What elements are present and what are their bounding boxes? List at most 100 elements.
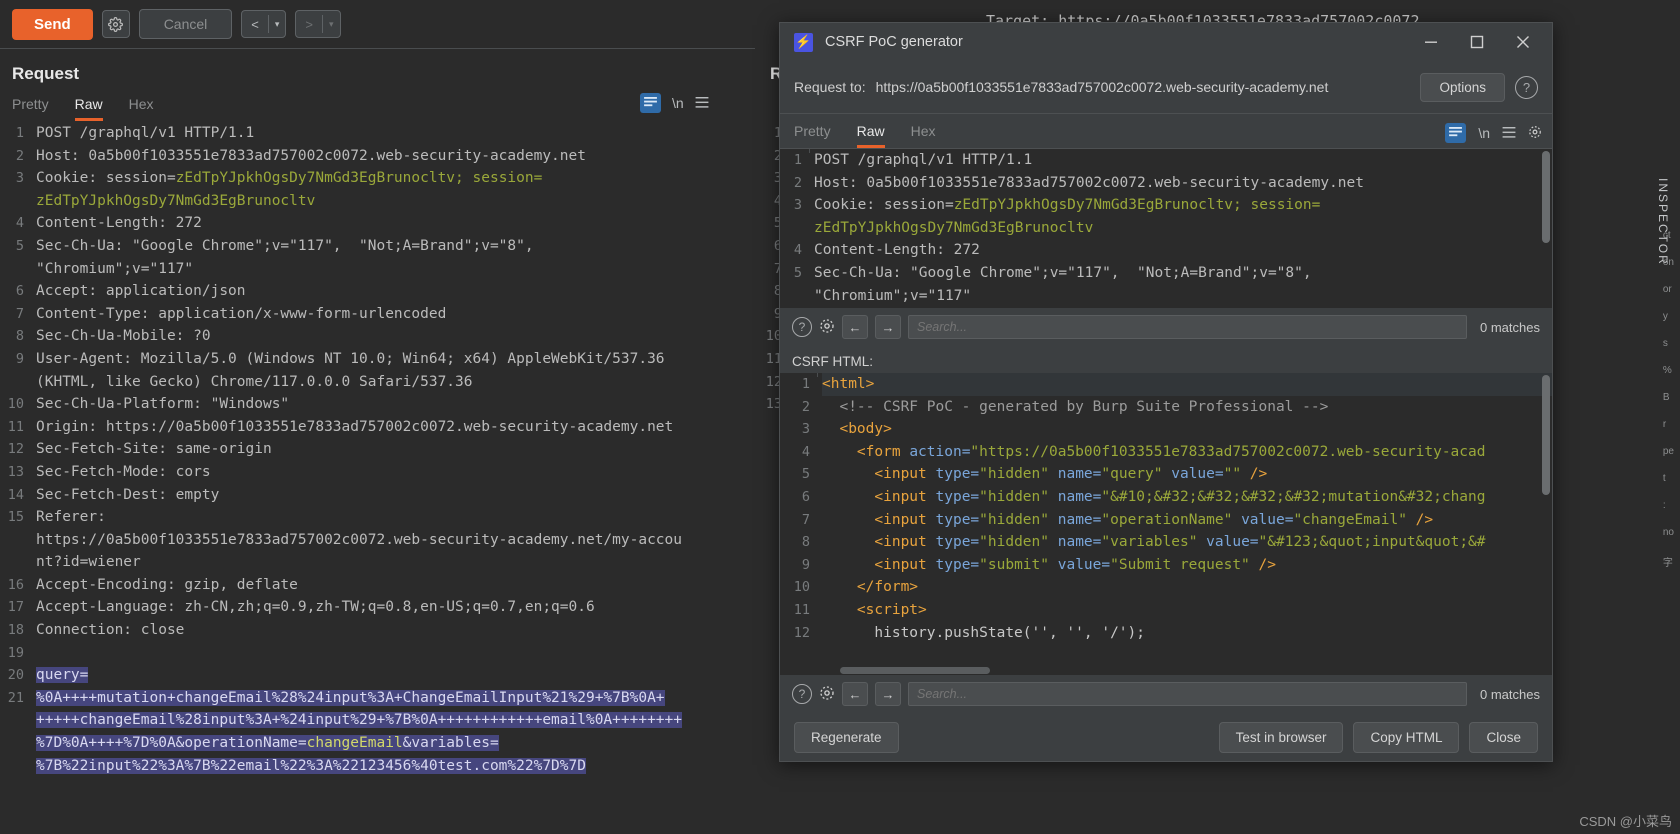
code-line[interactable]: <input type="submit" value="Submit reque… — [822, 554, 1552, 577]
close-icon[interactable] — [1500, 25, 1546, 59]
code-line[interactable]: %0A++++mutation+changeEmail%28%24input%3… — [36, 687, 755, 710]
code-line[interactable]: https://0a5b00f1033551e7833ad757002c0072… — [36, 529, 755, 552]
code-line[interactable]: Content-Length: 272 — [814, 239, 1552, 262]
search-prev-button[interactable]: ← — [842, 682, 868, 706]
request-text[interactable]: POST /graphql/v1 HTTP/1.1 Host: 0a5b00f10… — [36, 122, 755, 777]
dialog-tab-pretty[interactable]: Pretty — [794, 123, 831, 148]
cancel-button[interactable]: Cancel — [138, 9, 233, 39]
test-in-browser-button[interactable]: Test in browser — [1218, 721, 1344, 753]
newline-icon[interactable]: \n — [1478, 125, 1490, 141]
maximize-icon[interactable] — [1454, 25, 1500, 59]
line-number: 17 — [7, 599, 24, 616]
code-line[interactable]: <!-- CSRF PoC - generated by Burp Suite … — [822, 396, 1552, 419]
dialog-request-text[interactable]: POST /graphql/v1 HTTP/1.1 Host: 0a5b00f10… — [814, 149, 1552, 307]
code-line[interactable]: <html> — [822, 373, 1552, 396]
search-next-button[interactable]: → — [875, 315, 901, 339]
tab-hex[interactable]: Hex — [129, 96, 154, 121]
code-line[interactable]: POST /graphql/v1 HTTP/1.1 — [814, 149, 1552, 172]
code-line[interactable]: history.pushState('', '', '/'); — [822, 622, 1552, 645]
code-line[interactable]: Sec-Fetch-Site: same-origin — [36, 438, 755, 461]
help-icon[interactable]: ? — [792, 317, 812, 337]
search-input[interactable] — [908, 315, 1468, 339]
code-line[interactable]: %7B%22input%22%3A%7B%22email%22%3A%22123… — [36, 755, 755, 778]
csrf-html-text[interactable]: <html> <!-- CSRF PoC - generated by Burp… — [822, 373, 1552, 644]
code-line[interactable]: Sec-Fetch-Mode: cors — [36, 461, 755, 484]
wrap-icon[interactable] — [1445, 123, 1467, 143]
code-line[interactable]: Connection: close — [36, 619, 755, 642]
horizontal-scrollbar[interactable] — [840, 667, 990, 674]
code-line[interactable]: Sec-Ch-Ua: "Google Chrome";v="117", "Not… — [36, 235, 755, 258]
code-line[interactable]: <script> — [822, 599, 1552, 622]
code-line[interactable]: nt?id=wiener — [36, 551, 755, 574]
csrf-html-editor[interactable]: 1 2 3 4 5 6 7 8 9 10 11 12 <html> <!-- CSRF PoC - g… — [780, 373, 1552, 675]
code-line[interactable]: Referer: — [36, 506, 755, 529]
code-line[interactable]: <input type="hidden" name="query" value=… — [822, 463, 1552, 486]
close-button[interactable]: Close — [1469, 721, 1538, 753]
code-line[interactable]: zEdTpYJpkhOgsDy7NmGd3EgBrunocltv — [814, 217, 1552, 240]
inspector-rail[interactable]: INSPECTOR ct on or y s % B r pe t : no 字 — [1636, 100, 1680, 774]
search-next-button[interactable]: → — [875, 682, 901, 706]
gear-icon[interactable] — [1528, 125, 1542, 142]
regenerate-button[interactable]: Regenerate — [794, 721, 899, 753]
minimize-icon[interactable] — [1408, 25, 1454, 59]
code-line[interactable]: %7D%0A++++%7D%0A&operationName=changeEma… — [36, 732, 755, 755]
code-line[interactable]: Accept-Encoding: gzip, deflate — [36, 574, 755, 597]
code-line[interactable]: Sec-Ch-Ua-Mobile: ?0 — [36, 325, 755, 348]
gear-icon[interactable] — [101, 10, 130, 38]
code-line[interactable]: <input type="hidden" name="variables" va… — [822, 531, 1552, 554]
next-request-button[interactable]: > ▾ — [295, 10, 341, 38]
code-line[interactable]: POST /graphql/v1 HTTP/1.1 — [36, 122, 755, 145]
dialog-request-editor[interactable]: 1 2 3 4 5 POST /graphql/v1 HTTP/1.1 Host: 0a5… — [780, 148, 1552, 308]
wrap-icon[interactable] — [640, 93, 661, 113]
code-line[interactable]: <form action="https://0a5b00f1033551e783… — [822, 441, 1552, 464]
menu-icon[interactable] — [695, 95, 709, 111]
dialog-tab-hex[interactable]: Hex — [911, 123, 936, 148]
help-icon[interactable]: ? — [1515, 75, 1538, 99]
tab-pretty[interactable]: Pretty — [12, 96, 49, 121]
chevron-down-icon[interactable]: ▾ — [269, 19, 286, 30]
code-line[interactable]: "Chromium";v="117" — [36, 258, 755, 281]
code-line[interactable]: Content-Type: application/x-www-form-url… — [36, 303, 755, 326]
copy-html-button[interactable]: Copy HTML — [1353, 721, 1460, 753]
dialog-tab-raw[interactable]: Raw — [856, 123, 885, 148]
prev-request-button[interactable]: < ▾ — [241, 10, 287, 38]
send-button[interactable]: Send — [12, 8, 93, 40]
code-line[interactable]: User-Agent: Mozilla/5.0 (Windows NT 10.0… — [36, 348, 755, 371]
help-icon[interactable]: ? — [792, 684, 812, 704]
code-line[interactable]: Content-Length: 272 — [36, 212, 755, 235]
code-line[interactable]: Origin: https://0a5b00f1033551e7833ad757… — [36, 416, 755, 439]
code-line[interactable]: Cookie: session=zEdTpYJpkhOgsDy7NmGd3EgB… — [814, 194, 1552, 217]
search-prev-button[interactable]: ← — [842, 315, 868, 339]
code-line[interactable]: <body> — [822, 418, 1552, 441]
code-line[interactable] — [36, 642, 755, 665]
dialog-titlebar[interactable]: ⚡ CSRF PoC generator — [780, 23, 1552, 61]
gear-icon[interactable] — [819, 318, 835, 337]
csrf-poc-generator-dialog[interactable]: ⚡ CSRF PoC generator Request to: https:/… — [779, 22, 1553, 762]
chevron-down-icon[interactable]: ▾ — [323, 19, 340, 30]
code-line[interactable]: </form> — [822, 576, 1552, 599]
code-line[interactable]: Accept: application/json — [36, 280, 755, 303]
code-line[interactable]: <input type="hidden" name="&#10;&#32;&#3… — [822, 486, 1552, 509]
request-editor[interactable]: 1 2 3 4 5 6 7 8 9 10 11 12 13 14 15 16 17 18 19 20 21 POST /… — [0, 122, 755, 834]
tab-raw[interactable]: Raw — [74, 96, 103, 121]
code-line[interactable]: +++++changeEmail%28input%3A+%24input%29+… — [36, 709, 755, 732]
menu-icon[interactable] — [1502, 125, 1516, 141]
vertical-scrollbar[interactable] — [1542, 151, 1550, 243]
code-line[interactable]: query= — [36, 664, 755, 687]
vertical-scrollbar[interactable] — [1542, 375, 1550, 495]
code-line[interactable]: Host: 0a5b00f1033551e7833ad757002c0072.w… — [36, 145, 755, 168]
options-button[interactable]: Options — [1420, 72, 1505, 102]
search-input[interactable] — [908, 682, 1468, 706]
code-line[interactable]: Cookie: session=zEdTpYJpkhOgsDy7NmGd3EgB… — [36, 167, 755, 190]
code-line[interactable]: Host: 0a5b00f1033551e7833ad757002c0072.w… — [814, 172, 1552, 195]
code-line[interactable]: Accept-Language: zh-CN,zh;q=0.9,zh-TW;q=… — [36, 596, 755, 619]
code-line[interactable]: zEdTpYJpkhOgsDy7NmGd3EgBrunocltv — [36, 190, 755, 213]
code-line[interactable]: Sec-Fetch-Dest: empty — [36, 484, 755, 507]
gear-icon[interactable] — [819, 685, 835, 704]
newline-icon[interactable]: \n — [672, 95, 684, 111]
code-line[interactable]: Sec-Ch-Ua-Platform: "Windows" — [36, 393, 755, 416]
code-line[interactable]: "Chromium";v="117" — [814, 285, 1552, 308]
code-line[interactable]: <input type="hidden" name="operationName… — [822, 509, 1552, 532]
code-line[interactable]: Sec-Ch-Ua: "Google Chrome";v="117", "Not… — [814, 262, 1552, 285]
code-line[interactable]: (KHTML, like Gecko) Chrome/117.0.0.0 Saf… — [36, 371, 755, 394]
